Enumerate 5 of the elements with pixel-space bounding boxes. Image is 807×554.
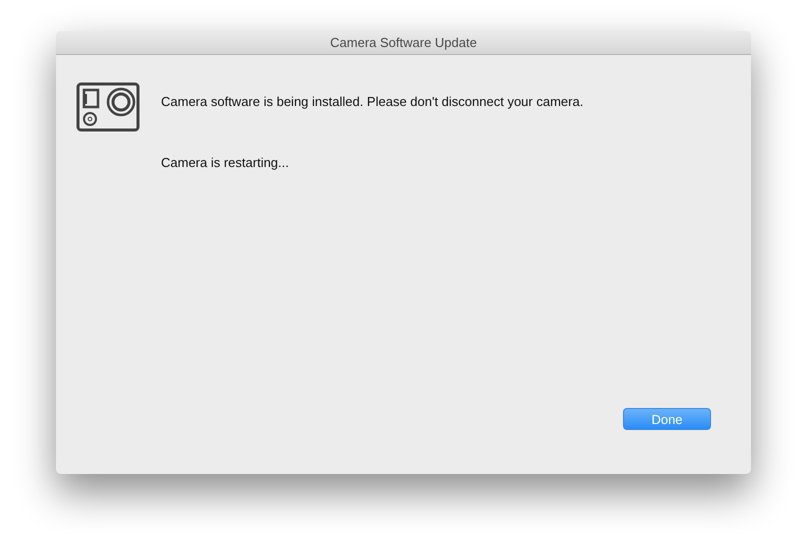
camera-icon bbox=[76, 82, 140, 132]
install-message: Camera software is being installed. Please don't disconnect your camera. bbox=[161, 94, 584, 109]
window-title: Camera Software Update bbox=[330, 35, 477, 50]
done-button[interactable]: Done bbox=[623, 408, 711, 430]
status-text: Camera is restarting... bbox=[161, 155, 290, 170]
